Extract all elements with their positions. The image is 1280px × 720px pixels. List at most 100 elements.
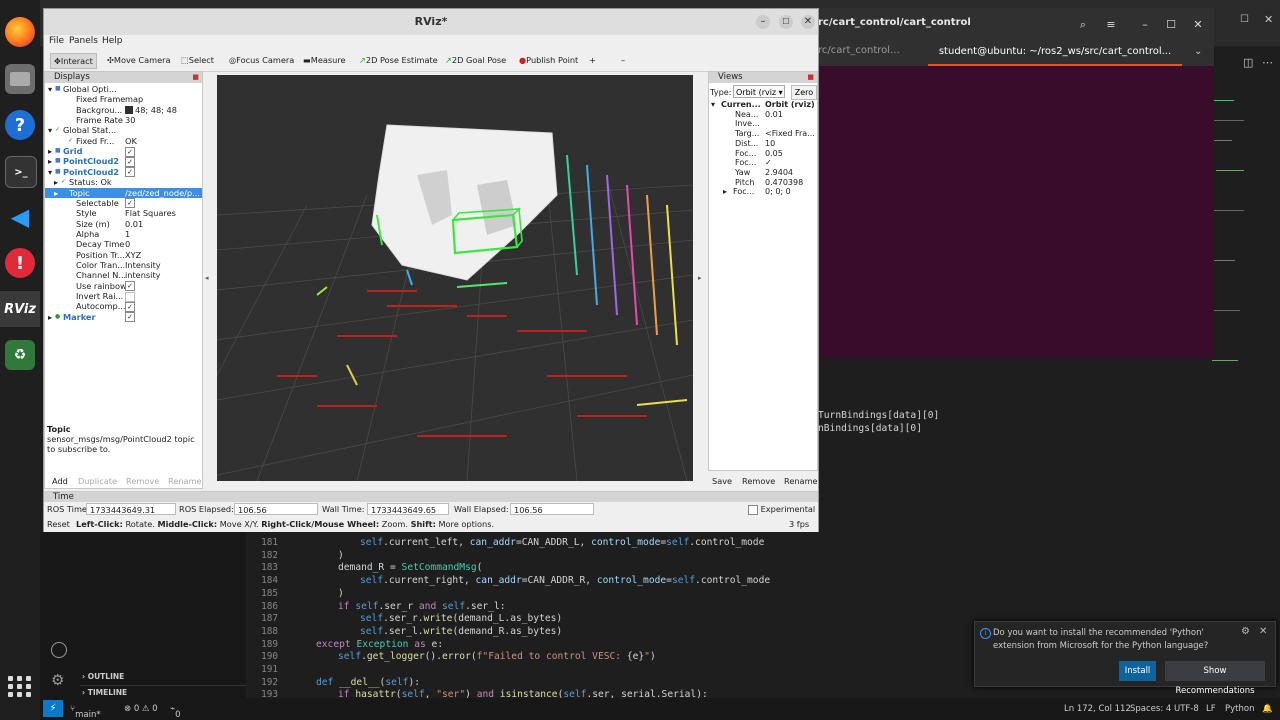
manage-gear-icon[interactable]: ⚙ <box>51 671 64 689</box>
collapse-left-icon[interactable]: ◂ <box>205 274 209 282</box>
more-actions-icon[interactable]: ⋯ <box>1262 56 1273 69</box>
terminal-tab-active[interactable]: student@ubuntu: ~/ros2_ws/src/cart_contr… <box>928 44 1182 66</box>
display-row[interactable]: Autocomp... ✓ <box>45 301 202 312</box>
vscode-maximize-icon[interactable]: ☐ <box>1240 14 1249 25</box>
tool-interact[interactable]: ✥Interact <box>50 53 97 69</box>
checkbox[interactable]: ✓ <box>125 281 135 292</box>
terminal-icon[interactable]: >_ <box>5 156 37 188</box>
trash-icon[interactable]: ♻ <box>5 340 35 370</box>
display-row[interactable]: Fixed Frame map <box>45 94 202 104</box>
display-row-value[interactable]: ✓ <box>125 146 202 157</box>
rviz-minimize-icon[interactable]: – <box>756 15 770 29</box>
view-row[interactable]: ▾ Curren... Orbit (rviz) <box>709 100 817 110</box>
expand-arrow-icon[interactable]: ▸ <box>48 156 52 166</box>
view-row[interactable]: Foc... ✓ <box>709 158 817 168</box>
expand-arrow-icon[interactable]: ▾ <box>48 167 52 177</box>
code-line[interactable]: ) <box>338 550 344 561</box>
notifications-bell-icon[interactable]: 🔔 <box>1262 704 1273 714</box>
views-save-button[interactable]: Save <box>708 473 736 489</box>
collapse-right-icon[interactable]: ▸ <box>698 274 702 282</box>
files-icon[interactable] <box>5 64 35 94</box>
code-line[interactable]: def __del__(self): <box>316 677 420 688</box>
code-line[interactable]: if self.ser_r and self.ser_l: <box>338 601 506 612</box>
tool-2d-pose-estimate[interactable]: ↗2D Pose Estimate <box>356 53 441 67</box>
checkbox[interactable]: ✓ <box>125 312 135 323</box>
menu-file[interactable]: File <box>49 36 64 46</box>
tool-focus-camera[interactable]: ◎Focus Camera <box>226 53 297 67</box>
tool-select[interactable]: ⬚Select <box>178 53 217 67</box>
tool-measure[interactable]: ▬Measure <box>300 53 349 67</box>
tab-dropdown-icon[interactable]: ⌄ <box>1194 46 1202 57</box>
views-close-icon[interactable]: ■ <box>807 72 814 83</box>
split-editor-icon[interactable]: ◫ <box>1243 56 1253 69</box>
vscode-close-icon[interactable]: ✕ <box>1264 13 1273 26</box>
rviz-maximize-icon[interactable]: ☐ <box>779 15 793 29</box>
expand-arrow-icon[interactable]: ▸ <box>54 188 58 198</box>
expand-arrow-icon[interactable]: ▸ <box>48 146 52 156</box>
account-icon[interactable] <box>51 642 67 658</box>
view-row[interactable]: Foc... 0.05 <box>709 149 817 159</box>
help-icon[interactable]: ? <box>5 110 35 140</box>
terminal-close-icon[interactable]: ✕ <box>1189 16 1207 34</box>
terminal-minimize-icon[interactable]: – <box>1136 16 1154 34</box>
view-row[interactable]: Inve... <box>709 119 817 129</box>
display-row-value[interactable]: ✓ <box>125 312 202 323</box>
show-recommendations-button[interactable]: Show Recommendations <box>1165 661 1265 696</box>
branch-status[interactable]: ⑂ main* <box>70 704 101 720</box>
vscode-icon[interactable]: ◀ <box>5 202 35 232</box>
minimap[interactable] <box>1210 80 1250 380</box>
notification-close-icon[interactable]: ✕ <box>1259 626 1267 637</box>
ports-status[interactable]: ⌁ 0 <box>170 704 181 720</box>
display-row[interactable]: Selectable ✓ <box>45 198 202 209</box>
displays-close-icon[interactable]: ■ <box>192 72 199 83</box>
duplicate-display-button[interactable]: Duplicate <box>74 473 121 489</box>
eol-status[interactable]: LF <box>1206 704 1216 714</box>
display-row-value[interactable]: ✓ <box>125 301 202 312</box>
display-row[interactable]: ▸ ✓ Status: Ok <box>45 177 202 187</box>
display-row[interactable]: Invert Rai... <box>45 291 202 302</box>
encoding-status[interactable]: UTF-8 <box>1174 704 1199 714</box>
expand-arrow-icon[interactable]: ▸ <box>723 187 727 197</box>
code-line[interactable]: self.current_left, can_addr=CAN_ADDR_L, … <box>360 537 764 548</box>
firefox-icon[interactable] <box>5 17 35 47</box>
view-row[interactable]: Yaw 2.9404 <box>709 168 817 178</box>
checkbox[interactable]: ✓ <box>125 198 135 209</box>
views-remove-button[interactable]: Remove <box>738 473 779 489</box>
display-row-value[interactable]: ✓ <box>125 281 202 292</box>
view-row[interactable]: Pitch 0.470398 <box>709 178 817 188</box>
add-display-button[interactable]: Add <box>48 473 72 489</box>
expand-arrow-icon[interactable]: ▸ <box>54 177 58 187</box>
display-row[interactable]: Backgrou... 48; 48; 48 <box>45 105 202 115</box>
checkbox[interactable]: ✓ <box>125 167 135 178</box>
view-row[interactable]: Nea... 0.01 <box>709 110 817 120</box>
tool-publish-point[interactable]: ●Publish Point <box>516 53 581 67</box>
menu-panels[interactable]: Panels <box>69 36 98 46</box>
cursor-position[interactable]: Ln 172, Col 112 <box>1064 704 1131 714</box>
rviz-icon[interactable]: RViz <box>0 291 40 327</box>
rename-display-button[interactable]: Rename <box>164 473 206 489</box>
update-icon[interactable]: ! <box>5 248 35 278</box>
checkbox[interactable]: ✓ <box>125 156 135 167</box>
experimental-checkbox[interactable]: Experimental <box>748 504 815 515</box>
tool-2d-goal-pose[interactable]: ↗2D Goal Pose <box>442 53 509 67</box>
display-row[interactable]: ✓ Fixed Fr... OK <box>45 136 202 146</box>
experimental-check-box[interactable] <box>748 504 758 515</box>
terminal-menu-icon[interactable]: ≡ <box>1102 16 1120 34</box>
view-row[interactable]: Targ... <Fixed Fra... <box>709 129 817 139</box>
display-row-value[interactable]: ✓ <box>125 156 202 167</box>
code-line[interactable]: except Exception as e: <box>316 639 443 650</box>
display-row[interactable]: ▸ ■ PointCloud2 ✓ <box>45 156 202 167</box>
display-row[interactable]: ▾ ■ PointCloud2 ✓ <box>45 167 202 178</box>
views-rename-button[interactable]: Rename <box>780 473 822 489</box>
code-line[interactable]: self.ser_l.write(demand_R.as_bytes) <box>360 626 562 637</box>
display-row[interactable]: Position Tr... XYZ <box>45 250 202 260</box>
rviz-close-icon[interactable]: ✕ <box>801 15 815 29</box>
remove-display-button[interactable]: Remove <box>122 473 163 489</box>
display-row[interactable]: Decay Time 0 <box>45 239 202 249</box>
display-row[interactable]: Channel N... intensity <box>45 270 202 280</box>
display-row[interactable]: ▸ ● Marker ✓ <box>45 312 202 323</box>
show-apps-icon[interactable] <box>8 676 32 698</box>
problems-status[interactable]: ⊗ 0 ⚠ 0 <box>124 704 158 714</box>
expand-arrow-icon[interactable]: ▾ <box>48 125 52 135</box>
color-swatch[interactable] <box>125 106 133 115</box>
